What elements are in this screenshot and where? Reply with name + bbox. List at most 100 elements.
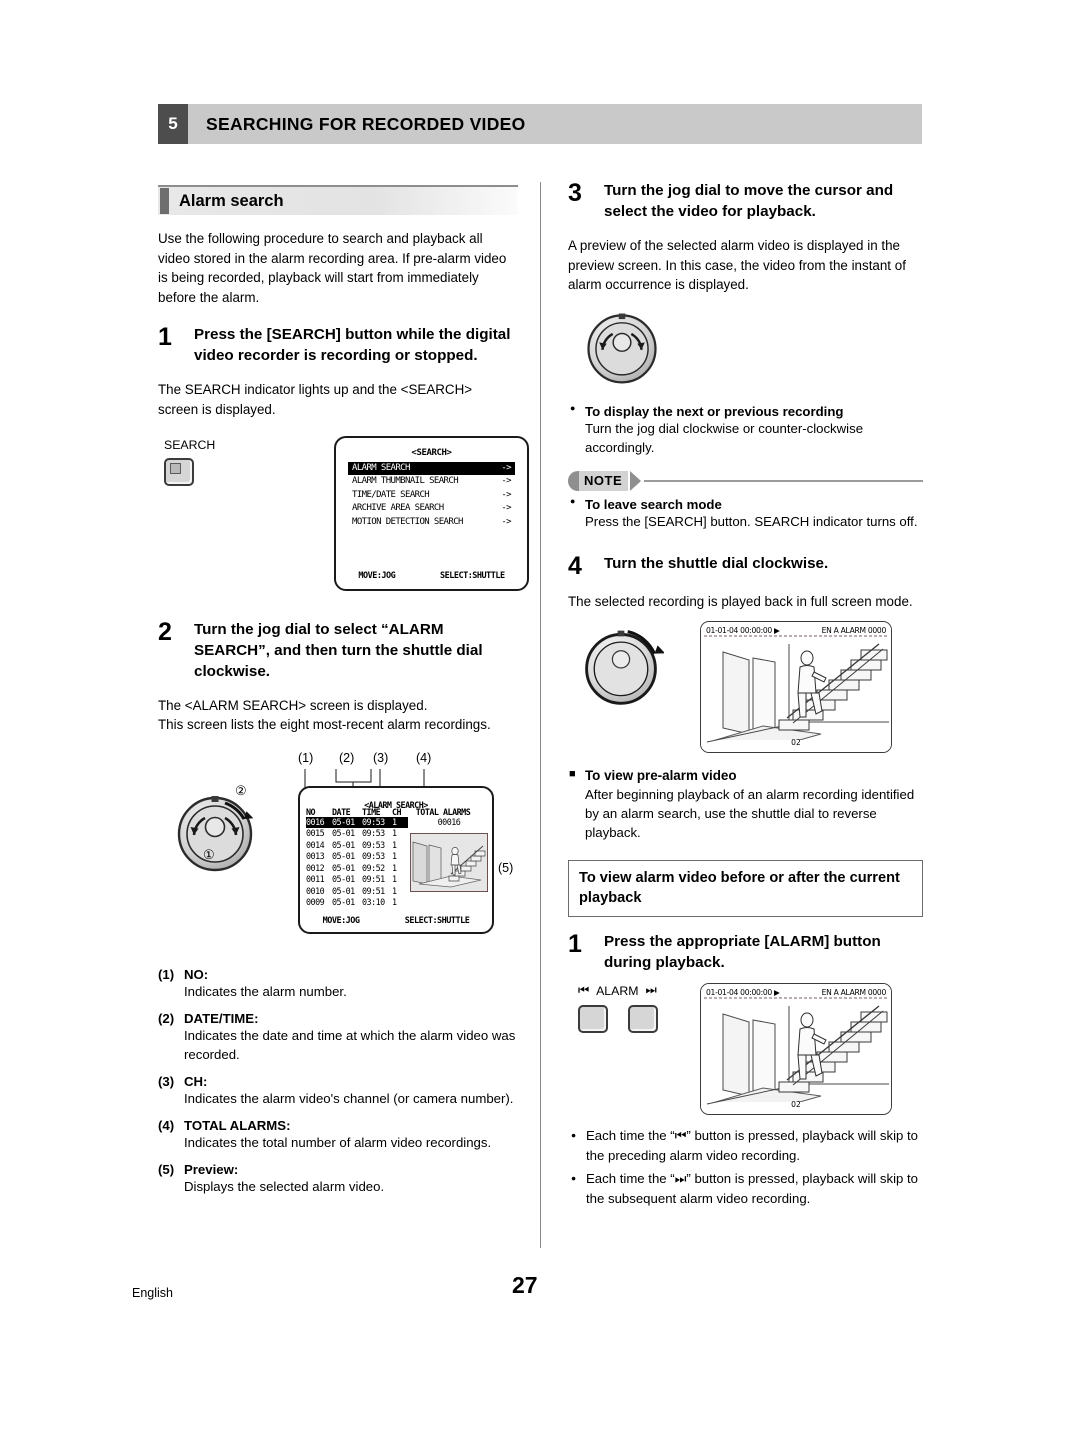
definition-term-row: (2) DATE/TIME: [158,1011,518,1026]
definition-description: Indicates the alarm number. [184,983,347,999]
playback-osd-bar-2: 01-01-04 00:00:00 ▶ EN A ALARM 0000 [706,988,886,997]
menu-item-label: ALARM THUMBNAIL SEARCH [352,476,459,487]
alarm-prev-button[interactable] [578,1005,608,1034]
cell-time: 09:53 [362,839,385,850]
play-icon: ▶ [774,626,780,636]
step-4-body: The selected recording is played back in… [568,593,913,609]
intro-paragraph: Use the following procedure to search an… [158,231,507,305]
step-3-text: Turn the jog dial to move the cursor and… [604,182,894,220]
arrow-right-icon: -> [501,476,511,487]
table-row[interactable]: 0013 05-01 09:53 1 [306,851,408,863]
search-menu-footer: MOVE:JOG SELECT:SHUTTLE [336,571,527,581]
cell-no: 0015 [306,828,325,839]
final-bullet-next-pre: Each time the “ [586,1171,675,1187]
definition-number: (3) [158,1073,175,1089]
menu-item-motion-detection-search[interactable]: MOTION DETECTION SEARCH -> [348,516,515,530]
note-head: To leave search mode [568,496,923,512]
arrow-right-icon: -> [501,462,511,473]
definition-item-total-alarms: (4) TOTAL ALARMS: Indicates the total num… [158,1118,518,1152]
menu-item-label: ALARM SEARCH [352,462,410,473]
search-button[interactable] [164,457,194,486]
table-row[interactable]: 0015 05-01 09:53 1 [306,828,408,840]
step-4-number: 4 [568,551,582,580]
search-menu-screen: <SEARCH> ALARM SEARCH -> ALARM THUMBNAIL… [334,435,529,591]
cell-date: 05-01 [332,851,355,862]
table-row[interactable]: 0014 05-01 09:53 1 [306,840,408,852]
step-1-figure: SEARCH <SEARCH> ALARM SEARCH -> ALARM TH… [158,434,529,602]
footer-select-hint: SELECT:SHUTTLE [404,915,470,926]
step-1-text: Press the [SEARCH] button while the digi… [194,326,511,365]
step-alarm-1-text: Press the appropriate [ALARM] button dur… [604,933,881,972]
step-4: 4 Turn the shuttle dial clockwise. [568,553,923,578]
playback-channel-2: 02 [791,1100,801,1110]
arrow-right-icon: -> [501,516,511,527]
table-row[interactable]: 0016 05-01 09:53 1 [306,816,408,829]
step-3-number: 3 [568,179,582,207]
definition-description: Indicates the total number of alarm vide… [184,1134,492,1150]
cell-ch: 1 [392,874,397,885]
note-left-cap-icon [568,470,579,491]
play-icon: ▶ [774,988,780,998]
table-row[interactable]: 0011 05-01 09:51 1 [306,874,408,886]
search-menu-title: <SEARCH> [411,447,452,458]
jog-dial-graphic-2[interactable] [582,307,923,392]
note-bar: NOTE [568,470,923,491]
note-label: NOTE [579,470,629,491]
definition-term: CH: [184,1073,208,1089]
step-2-number: 2 [158,617,172,646]
note-arrow-icon [630,470,642,491]
definition-number: (1) [158,966,175,982]
alarm-search-body: 0016 05-01 09:53 1 0015 05-01 09:53 1 00… [306,816,488,909]
definition-description: Indicates the alarm video's channel (or … [184,1090,514,1106]
table-row[interactable]: 0010 05-01 09:51 1 [306,886,408,898]
cell-ch: 1 [392,828,397,839]
alarm-next-button[interactable] [628,1005,658,1034]
arrow-right-icon: -> [501,503,511,514]
menu-item-alarm-search[interactable]: ALARM SEARCH -> [348,461,515,476]
definition-term: NO: [184,966,209,982]
column-divider [540,182,541,1248]
playback-osd-bar-1: 01-01-04 00:00:00 ▶ EN A ALARM 0000 [706,626,886,635]
definition-item-date-time: (2) DATE/TIME: Indicates the date and tim… [158,1011,518,1064]
search-button-label: SEARCH [164,437,216,452]
menu-item-alarm-thumbnail-search[interactable]: ALARM THUMBNAIL SEARCH -> [348,475,515,489]
note-rule [644,479,923,482]
right-column: 3 Turn the jog dial to move the cursor a… [568,180,923,1208]
playback-status: EN A ALARM 0000 [821,626,887,636]
cell-ch: 1 [392,897,397,908]
table-row[interactable]: 0009 05-01 03:10 1 [306,897,408,909]
prealarm-block: To view pre-alarm video After beginning … [568,768,923,842]
alarm-search-screen: <ALARM SEARCH> NO DATE TIME CH TOTAL ALA… [298,785,494,934]
section-title-label: Alarm search [179,191,284,210]
skip-previous-icon: ⏮ [578,983,590,998]
menu-item-time-date-search[interactable]: TIME/DATE SEARCH -> [348,489,515,503]
step-alarm-1-number: 1 [568,930,582,959]
table-row[interactable]: 0012 05-01 09:52 1 [306,863,408,875]
chapter-number: 5 [158,104,188,144]
definition-term: DATE/TIME: [184,1010,259,1026]
preview-thumbnail[interactable] [410,832,488,892]
note-body: Press the [SEARCH] button. SEARCH indica… [585,513,918,529]
cell-time: 09:51 [362,885,385,896]
menu-item-label: TIME/DATE SEARCH [352,489,430,500]
skip-previous-icon: ⏮ [674,1128,687,1144]
cell-time: 03:10 [362,897,385,908]
definition-term-row: (1) NO: [158,967,518,982]
cell-date: 05-01 [332,828,355,839]
chapter-title: SEARCHING FOR RECORDED VIDEO [188,104,922,144]
cell-no: 0012 [306,862,325,873]
cell-date: 05-01 [332,816,355,827]
step-2: 2 Turn the jog dial to select “ALARM SEA… [158,619,518,682]
chapter-header: 5 SEARCHING FOR RECORDED VIDEO [158,104,922,144]
menu-item-label: MOTION DETECTION SEARCH [352,516,463,527]
step-2-text: Turn the jog dial to select “ALARM SEARC… [194,620,483,680]
alarm-buttons [578,1005,658,1034]
footer-select-hint: SELECT:SHUTTLE [439,570,505,581]
cell-no: 0016 [306,816,325,827]
cell-date: 05-01 [332,897,355,908]
shuttle-dial-graphic[interactable] [578,623,666,714]
menu-item-archive-area-search[interactable]: ARCHIVE AREA SEARCH -> [348,502,515,516]
search-menu-list: ALARM SEARCH -> ALARM THUMBNAIL SEARCH -… [348,461,515,530]
step-1: 1 Press the [SEARCH] button while the di… [158,324,518,366]
cell-no: 0014 [306,839,325,850]
